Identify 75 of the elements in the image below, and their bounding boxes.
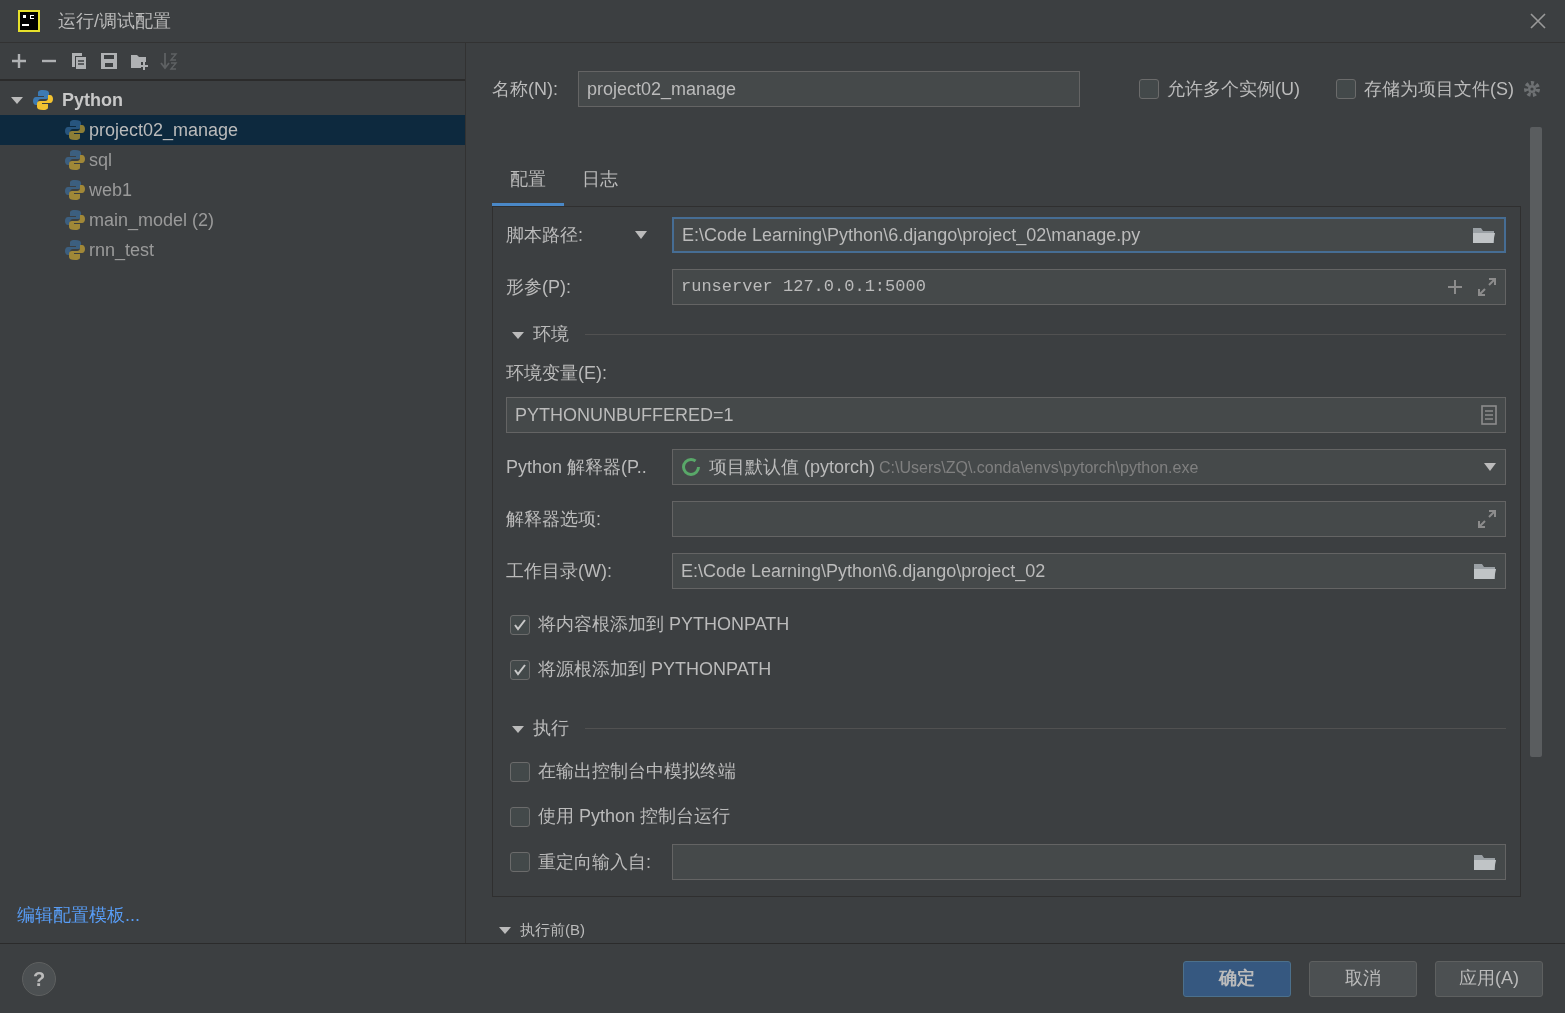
help-button[interactable]: ? <box>22 961 56 996</box>
parameters-field[interactable]: runserver 127.0.0.1:5000 <box>672 269 1506 305</box>
python-icon <box>64 179 86 201</box>
add-icon[interactable] <box>1447 279 1463 295</box>
checkbox-label: 在输出控制台中模拟终端 <box>538 760 736 783</box>
dialog-button[interactable]: 应用(A) <box>1435 960 1543 997</box>
tab[interactable]: 配置 <box>492 160 564 206</box>
name-field[interactable]: project02_manage <box>578 71 1080 107</box>
folder-icon[interactable] <box>1473 852 1497 872</box>
python-icon <box>64 239 86 261</box>
checkbox[interactable] <box>1336 79 1356 99</box>
checkbox[interactable] <box>510 806 530 827</box>
checkbox[interactable] <box>1139 79 1159 99</box>
section-title: 执行 <box>533 717 569 740</box>
expand-icon[interactable] <box>1477 509 1497 529</box>
scrollbar-thumb[interactable] <box>1530 127 1542 757</box>
tree-item[interactable]: web1 <box>0 175 465 205</box>
section-title: 环境 <box>533 323 569 346</box>
tree-item-label: main_model (2) <box>89 208 215 233</box>
checkbox[interactable] <box>510 761 530 782</box>
python-icon <box>64 209 86 231</box>
script-path-field[interactable]: E:\Code Learning\Python\6.django\project_02\manage.py <box>672 217 1506 253</box>
checkbox[interactable] <box>510 852 530 872</box>
interpreter-options-field[interactable] <box>672 501 1506 537</box>
checkbox-label: 将源根添加到 PYTHONPATH <box>538 658 772 681</box>
field-label: 环境变量(E): <box>506 362 608 385</box>
close-icon[interactable] <box>1529 12 1547 30</box>
tree-item-label: rnn_test <box>89 238 155 263</box>
interpreter-path: C:\Users\ZQ\.conda\envs\pytorch\python.exe <box>879 458 1199 476</box>
tree-item[interactable]: sql <box>0 145 465 175</box>
name-label: 名称(N): <box>492 77 559 101</box>
copy-icon[interactable] <box>70 52 88 70</box>
window-title: 运行/调试配置 <box>58 9 172 33</box>
save-icon[interactable] <box>100 52 118 70</box>
checkbox[interactable] <box>510 614 530 635</box>
tree-item[interactable]: Python <box>62 86 123 114</box>
dialog-button[interactable]: 取消 <box>1309 960 1417 997</box>
field-label: 脚本路径: <box>506 223 584 247</box>
field-label: 解释器选项: <box>506 507 602 531</box>
checkbox-label: 使用 Python 控制台运行 <box>538 805 731 828</box>
folder-icon[interactable] <box>1473 561 1497 581</box>
tree-item[interactable]: main_model (2) <box>0 205 465 235</box>
environment-variables-field[interactable]: PYTHONUNBUFFERED=1 <box>506 397 1506 433</box>
dropdown-arrow-icon[interactable] <box>1483 462 1497 472</box>
new-folder-icon[interactable] <box>130 52 148 70</box>
edit-templates-link[interactable]: 编辑配置模板... <box>17 905 140 925</box>
working-directory-field[interactable]: E:\Code Learning\Python\6.django\project_02 <box>672 553 1506 589</box>
ok-button[interactable]: 确定 <box>1183 960 1291 997</box>
python-icon <box>32 89 54 111</box>
tab[interactable]: 日志 <box>564 160 636 206</box>
interpreter-dropdown[interactable]: 项目默认值 (pytorch) C:\Users\ZQ\.conda\envs\pytorch\python.exe <box>672 449 1506 485</box>
interpreter-name: 项目默认值 (pytorch) <box>709 456 876 477</box>
expand-icon[interactable] <box>1477 277 1497 297</box>
checkbox-label: 存储为项目文件(S) <box>1364 77 1514 101</box>
tree-item-label: web1 <box>89 178 133 202</box>
checkbox-label: 允许多个实例(U) <box>1167 77 1300 101</box>
python-icon <box>64 119 86 141</box>
tree-item[interactable]: project02_manage <box>0 115 465 145</box>
python-icon <box>64 149 86 171</box>
section-title: 执行前(B) <box>520 919 585 940</box>
add-icon[interactable] <box>10 52 28 70</box>
dropdown-arrow-icon[interactable] <box>634 230 648 240</box>
field-label: Python 解释器(P.. <box>506 455 648 479</box>
field-label: 形参(P): <box>506 275 572 299</box>
app-logo-icon <box>18 10 40 32</box>
tree-item-label: sql <box>89 148 112 172</box>
checkbox[interactable] <box>510 659 530 680</box>
tree-item[interactable]: rnn_test <box>0 235 465 265</box>
tree-item-label: project02_manage <box>89 118 239 143</box>
folder-icon[interactable] <box>1472 225 1496 245</box>
checkbox-label: 将内容根添加到 PYTHONPATH <box>538 613 790 636</box>
redirect-input-field[interactable] <box>672 844 1506 880</box>
spinner-icon <box>681 457 701 477</box>
checkbox-label: 重定向输入自: <box>538 850 651 874</box>
field-label: 工作目录(W): <box>506 559 613 583</box>
